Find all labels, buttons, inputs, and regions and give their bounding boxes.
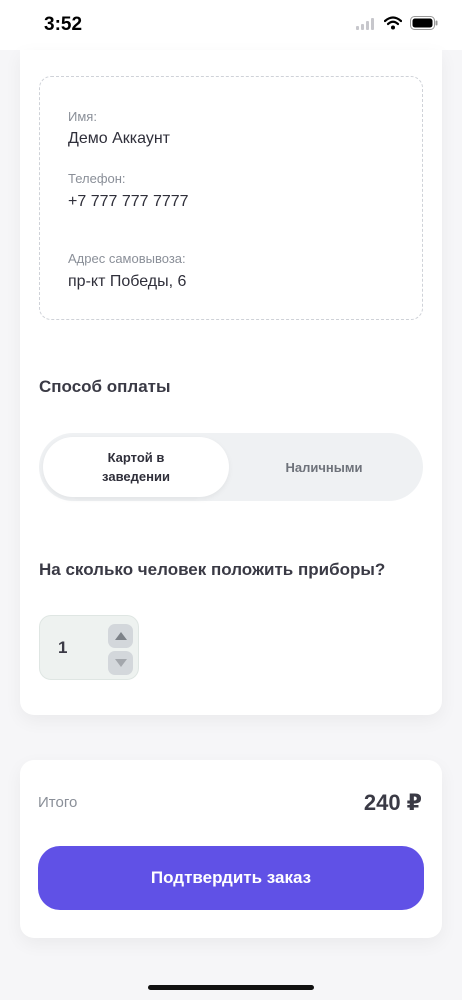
decrement-button[interactable] (108, 651, 133, 675)
address-value: пр-кт Победы, 6 (68, 273, 187, 290)
confirm-order-button[interactable]: Подтвердить заказ (38, 846, 424, 910)
phone-label: Телефон: (68, 171, 126, 186)
signal-icon (356, 17, 376, 35)
cutlery-stepper[interactable]: 1 (39, 615, 139, 680)
status-time: 3:52 (44, 14, 83, 35)
battery-icon (410, 16, 438, 35)
pay-by-card-option[interactable]: Картой в заведении (43, 437, 229, 497)
status-icons (356, 16, 438, 35)
pay-by-card-label: Картой в заведении (102, 448, 170, 486)
status-bar: 3:52 (0, 0, 462, 50)
pay-by-card-label-line1: Картой в (107, 450, 165, 465)
arrow-down-icon (114, 654, 127, 672)
order-summary-card: Итого 240 ₽ Подтвердить заказ (20, 760, 442, 938)
home-indicator (148, 985, 314, 990)
increment-button[interactable] (108, 624, 133, 648)
cutlery-question: На сколько человек положить приборы? (39, 560, 386, 579)
name-label: Имя: (68, 109, 97, 124)
total-label: Итого (38, 794, 78, 811)
wifi-icon (383, 16, 403, 35)
pay-by-cash-label: Наличными (285, 459, 363, 475)
order-details-card: Имя: Демо Аккаунт Телефон: +7 777 777 77… (20, 50, 442, 715)
name-value: Демо Аккаунт (68, 130, 170, 147)
payment-method-toggle: Картой в заведении Наличными (39, 433, 423, 501)
customer-info-box: Имя: Демо Аккаунт Телефон: +7 777 777 77… (39, 76, 423, 320)
arrow-up-icon (114, 627, 127, 645)
pay-by-card-label-line2: заведении (102, 469, 170, 484)
total-value: 240 ₽ (363, 790, 422, 815)
cutlery-count: 1 (58, 638, 68, 657)
payment-method-title: Способ оплаты (39, 377, 171, 396)
phone-value: +7 777 777 7777 (68, 193, 189, 210)
pay-by-cash-option[interactable]: Наличными (229, 437, 419, 497)
address-label: Адрес самовывоза: (68, 251, 186, 266)
